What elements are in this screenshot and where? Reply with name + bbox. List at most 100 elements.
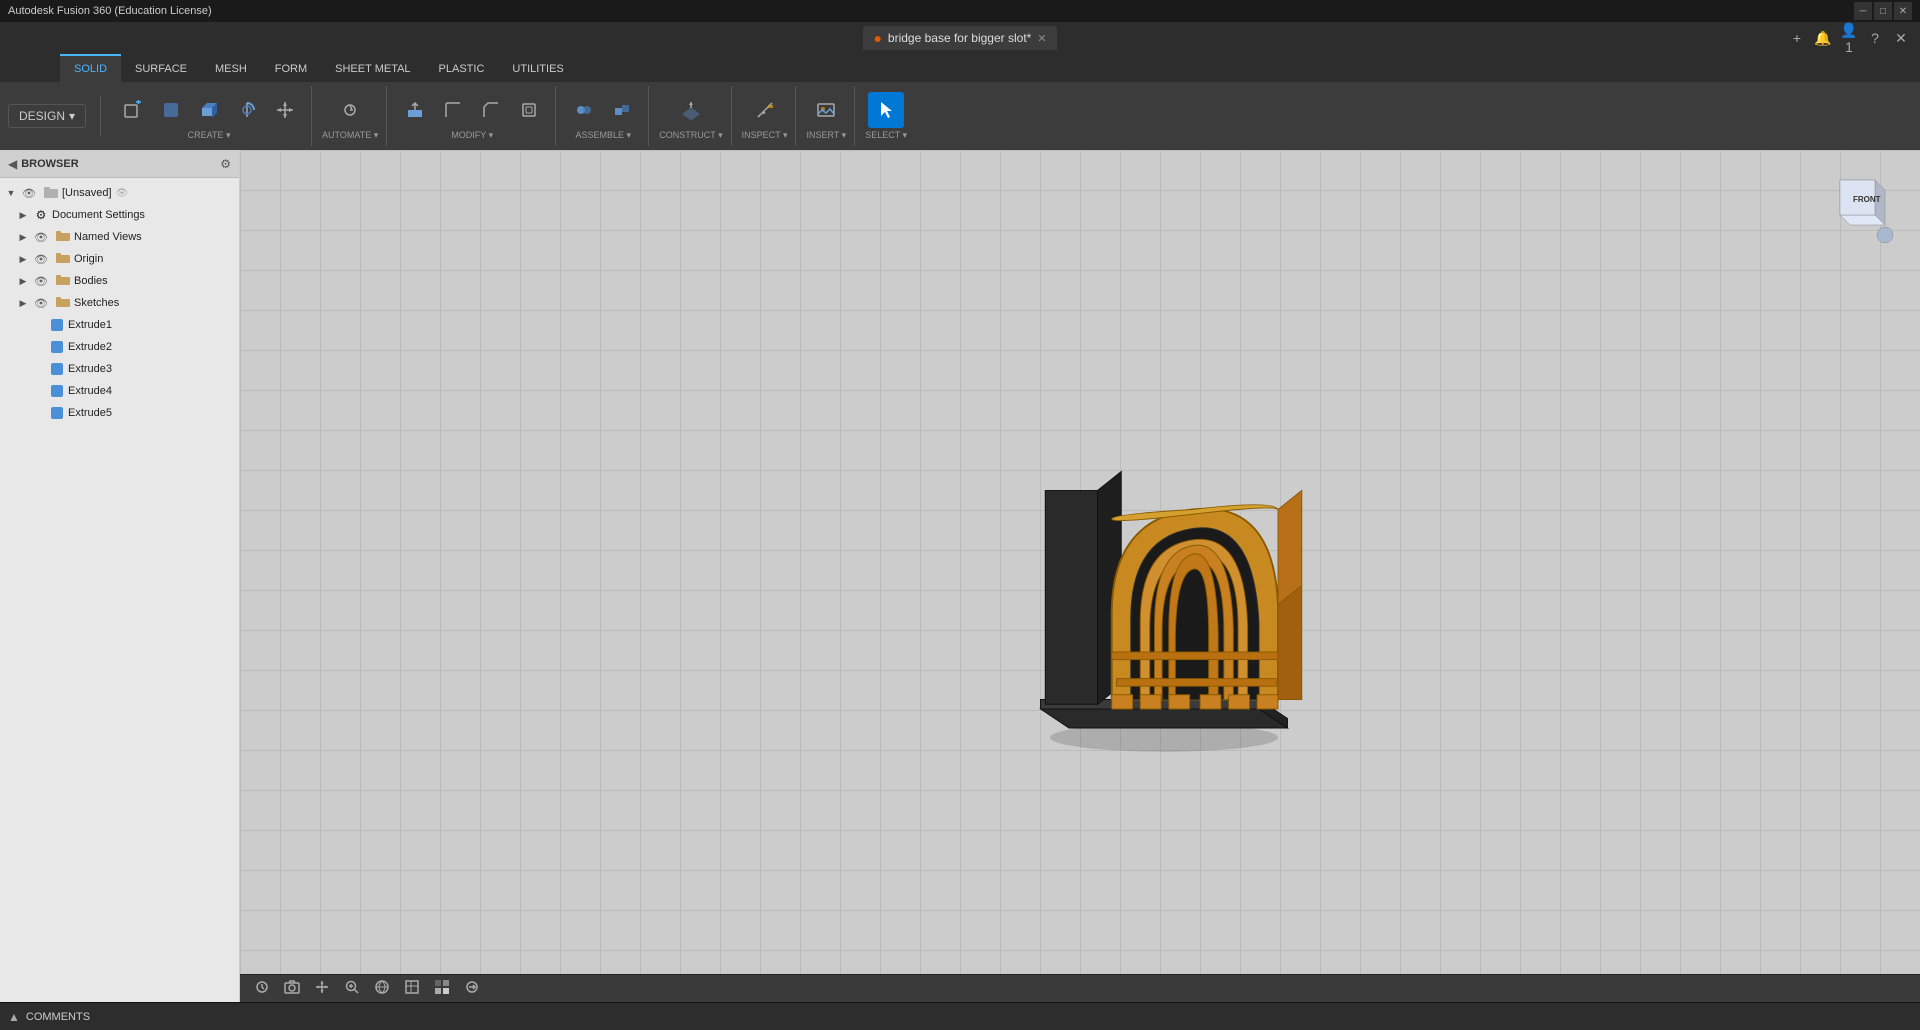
create-label[interactable]: CREATE ▾: [188, 130, 231, 141]
modify-group: MODIFY ▾: [389, 86, 556, 146]
origin-eye-icon: 👁: [33, 251, 49, 267]
automate-label[interactable]: AUTOMATE ▾: [322, 130, 378, 141]
separator-1: [100, 96, 101, 136]
design-chevron-icon: ▾: [69, 109, 75, 123]
new-body-button[interactable]: [153, 92, 189, 128]
doc-tab-close[interactable]: ✕: [1037, 32, 1046, 45]
chamfer-button[interactable]: [473, 92, 509, 128]
comments-expand-button[interactable]: ▲: [8, 1010, 20, 1024]
bodies-eye-icon: 👁: [33, 273, 49, 289]
close-doc-button[interactable]: ✕: [1890, 27, 1912, 49]
move-button[interactable]: [267, 92, 303, 128]
doc-settings-label: Document Settings: [52, 209, 145, 221]
tab-surface[interactable]: SURFACE: [121, 54, 201, 82]
named-views-folder-icon: [55, 229, 71, 245]
close-button[interactable]: ✕: [1894, 2, 1912, 20]
zoom-button[interactable]: [338, 977, 366, 1000]
modify-label[interactable]: MODIFY ▾: [451, 130, 493, 141]
sketches-label: Sketches: [74, 297, 119, 309]
tab-mesh[interactable]: MESH: [201, 54, 261, 82]
user-count-button[interactable]: 👤1: [1838, 27, 1860, 49]
named-views-arrow-icon: ▶: [16, 230, 30, 244]
grid-display-button[interactable]: [398, 977, 426, 1000]
tree-bodies[interactable]: ▶ 👁 Bodies: [0, 270, 239, 292]
inspect-group: INSPECT ▾: [734, 86, 797, 146]
assemble-label[interactable]: ASSEMBLE ▾: [575, 130, 631, 141]
tree-sketches[interactable]: ▶ 👁 Sketches: [0, 292, 239, 314]
doc-settings-arrow-icon: ▶: [16, 208, 30, 222]
design-dropdown-button[interactable]: DESIGN ▾: [8, 104, 86, 128]
insert-image-button[interactable]: [808, 92, 844, 128]
view-settings-button[interactable]: [248, 977, 276, 1000]
maximize-button[interactable]: □: [1874, 2, 1892, 20]
tab-solid[interactable]: SOLID: [60, 54, 121, 82]
automate-button[interactable]: [332, 92, 368, 128]
construct-label[interactable]: CONSTRUCT ▾: [659, 130, 722, 141]
tab-utilities[interactable]: UTILITIES: [498, 54, 577, 82]
model-area: [964, 386, 1364, 766]
tree-origin[interactable]: ▶ 👁 Origin: [0, 248, 239, 270]
bodies-label: Bodies: [74, 275, 108, 287]
doc-tab-actions: + 🔔 👤1 ? ✕: [1786, 27, 1912, 49]
tree-root-item[interactable]: ▼ 👁 [Unsaved] 👁: [0, 182, 239, 204]
new-component-button[interactable]: [115, 92, 151, 128]
extrude4-label: Extrude4: [68, 385, 112, 397]
joint-button[interactable]: [566, 92, 602, 128]
new-tab-button[interactable]: +: [1786, 27, 1808, 49]
help-button[interactable]: ?: [1864, 27, 1886, 49]
viewport[interactable]: FRONT: [240, 150, 1920, 1002]
notifications-button[interactable]: 🔔: [1812, 27, 1834, 49]
browser-collapse-button[interactable]: ◀: [8, 157, 17, 171]
doc-tab[interactable]: ● bridge base for bigger slot* ✕: [863, 26, 1056, 50]
named-views-eye-icon: 👁: [33, 229, 49, 245]
select-button[interactable]: [868, 92, 904, 128]
insert-label[interactable]: INSERT ▾: [806, 130, 846, 141]
root-arrow-icon: ▼: [4, 186, 18, 200]
camera-button[interactable]: [278, 977, 306, 1000]
extrude1-label: Extrude1: [68, 319, 112, 331]
tab-plastic[interactable]: PLASTIC: [425, 54, 499, 82]
appearance-button[interactable]: [428, 977, 456, 1000]
view-cube[interactable]: FRONT: [1820, 170, 1900, 250]
tab-form[interactable]: FORM: [261, 54, 321, 82]
as-built-joint-button[interactable]: [604, 92, 640, 128]
select-label[interactable]: SELECT ▾: [865, 130, 907, 141]
origin-folder-icon: [55, 251, 71, 267]
root-eye2-icon: 👁: [116, 188, 129, 199]
fillet-button[interactable]: [435, 92, 471, 128]
svg-text:FRONT: FRONT: [1853, 195, 1881, 204]
tree-extrude2[interactable]: ▶ Extrude2: [0, 336, 239, 358]
select-group: SELECT ▾: [857, 86, 915, 146]
minimize-button[interactable]: ─: [1854, 2, 1872, 20]
tree-doc-settings[interactable]: ▶ ⚙ Document Settings: [0, 204, 239, 226]
more-settings-button[interactable]: [458, 977, 486, 1000]
3d-model-svg: [964, 386, 1364, 766]
tab-sheet-metal[interactable]: SHEET METAL: [321, 54, 424, 82]
pan-button[interactable]: [308, 977, 336, 1000]
tree-extrude4[interactable]: ▶ Extrude4: [0, 380, 239, 402]
browser-settings-button[interactable]: ⚙: [220, 157, 231, 171]
browser-tree: ▼ 👁 [Unsaved] 👁 ▶ ⚙ Document Settings ▶ …: [0, 178, 239, 1002]
press-pull-button[interactable]: [397, 92, 433, 128]
assemble-icons-row: [566, 92, 640, 128]
automate-group: AUTOMATE ▾: [314, 86, 387, 146]
tree-extrude3[interactable]: ▶ Extrude3: [0, 358, 239, 380]
extrude1-icon: [49, 317, 65, 333]
tree-named-views[interactable]: ▶ 👁 Named Views: [0, 226, 239, 248]
shell-button[interactable]: [511, 92, 547, 128]
bottom-toolbar: [240, 974, 1920, 1002]
root-folder-icon: [43, 185, 59, 201]
doc-settings-gear-icon: ⚙: [33, 207, 49, 223]
doc-tab-title: bridge base for bigger slot*: [888, 31, 1031, 45]
revolve-button[interactable]: [229, 92, 265, 128]
display-mode-button[interactable]: [368, 977, 396, 1000]
tree-extrude5[interactable]: ▶ Extrude5: [0, 402, 239, 424]
root-label: [Unsaved]: [62, 187, 112, 199]
extrude-button[interactable]: [191, 92, 227, 128]
inspect-label[interactable]: INSPECT ▾: [742, 130, 788, 141]
construct-plane-button[interactable]: [673, 92, 709, 128]
create-icons-row: [115, 92, 303, 128]
tree-extrude1[interactable]: ▶ Extrude1: [0, 314, 239, 336]
extrude2-icon: [49, 339, 65, 355]
measure-button[interactable]: [747, 92, 783, 128]
